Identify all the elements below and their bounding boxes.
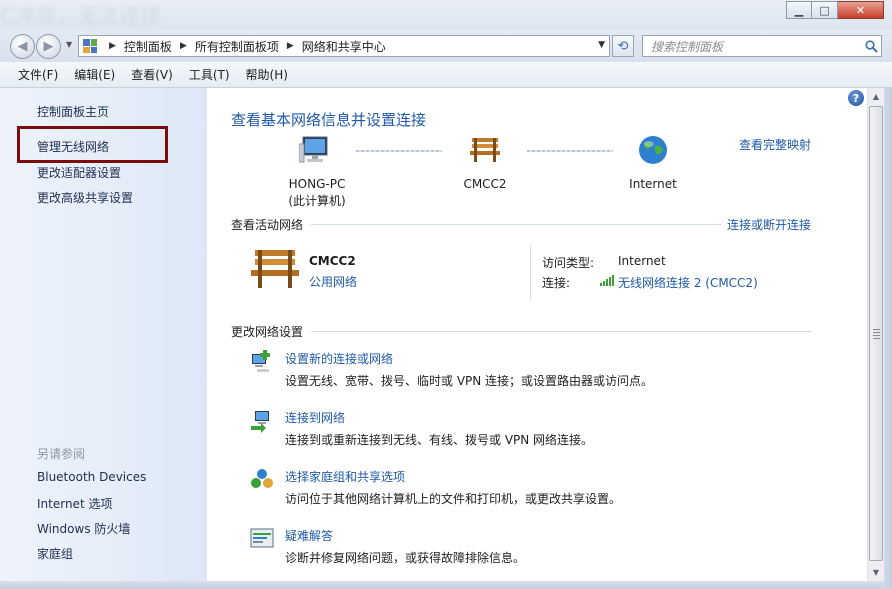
map-node-internet[interactable]: Internet [613,134,693,193]
connect-network-icon[interactable] [249,407,275,433]
search-input[interactable]: 搜索控制面板 [643,38,861,55]
access-type-value: Internet [618,254,666,268]
map-node-label: Internet [629,177,677,191]
forward-button[interactable]: ▶ [36,34,61,59]
window-frame-bottom [0,581,884,589]
see-also-firewall[interactable]: Windows 防火墙 [37,520,130,537]
network-type-link[interactable]: 公用网络 [309,273,357,290]
page-title: 查看基本网络信息并设置连接 [231,111,427,129]
task-new-connection-link[interactable]: 设置新的连接或网络 [285,350,393,367]
highlight-box [17,126,168,163]
recent-pages-dropdown[interactable]: ▼ [66,40,72,49]
full-map-link[interactable]: 查看完整映射 [739,136,811,153]
map-connector [527,150,613,152]
control-panel-icon [83,39,97,53]
bench-icon [251,250,299,288]
menu-bar: 文件(F) 编辑(E) 查看(V) 工具(T) 帮助(H) [0,62,892,88]
task-troubleshoot-link[interactable]: 疑难解答 [285,527,333,544]
signal-icon [600,275,614,286]
section-divider [311,331,811,332]
breadcrumb-separator[interactable]: ▶ [287,41,294,51]
section-divider [311,224,721,225]
breadcrumb-network-center[interactable]: 网络和共享中心 [302,38,386,55]
main-content: ? 查看基本网络信息并设置连接 查看完整映射 HONG-PC (此计算机) CM… [207,88,867,581]
breadcrumb-separator[interactable]: ▶ [109,41,116,51]
back-button[interactable]: ◀ [10,34,35,59]
close-button[interactable]: ✕ [838,1,884,19]
vertical-divider [530,246,531,301]
see-also-bluetooth[interactable]: Bluetooth Devices [37,470,146,484]
window-frame-right [884,88,892,589]
globe-icon [639,136,667,164]
window-controls: ▁ □ ✕ [786,1,884,19]
new-connection-icon[interactable] [249,348,275,374]
window-title: C冲突，无法连接 [0,4,162,28]
see-also-homegroup[interactable]: 家庭组 [37,545,73,562]
vertical-scrollbar[interactable]: ▲ ▼ [867,88,884,581]
search-box[interactable]: 搜索控制面板 [642,35,882,57]
task-homegroup-desc: 访问位于其他网络计算机上的文件和打印机，或更改共享设置。 [285,492,622,506]
menu-tools[interactable]: 工具(T) [181,66,238,83]
map-connector [356,150,442,152]
menu-view[interactable]: 查看(V) [123,66,181,83]
sidebar-link-adapter-settings[interactable]: 更改适配器设置 [37,164,121,181]
connection-link[interactable]: 无线网络连接 2 (CMCC2) [618,274,758,291]
scroll-up-button[interactable]: ▲ [868,88,884,105]
task-troubleshoot-desc: 诊断并修复网络问题，或获得故障排除信息。 [285,551,526,565]
maximize-button[interactable]: □ [812,1,838,19]
help-icon[interactable]: ? [848,90,864,106]
task-connect-network-link[interactable]: 连接到网络 [285,409,345,426]
breadcrumb-all-items[interactable]: 所有控制面板项 [195,38,279,55]
map-node-label: HONG-PC [288,177,346,191]
navigation-bar: ◀ ▶ ▼ ▶ 控制面板 ▶ 所有控制面板项 ▶ 网络和共享中心 ▼ ⟲ 搜索控… [0,30,892,62]
refresh-button[interactable]: ⟲ [612,35,634,57]
sidebar-link-advanced-sharing[interactable]: 更改高级共享设置 [37,189,133,206]
menu-file[interactable]: 文件(F) [10,66,66,83]
bench-icon [470,138,500,162]
map-node-network[interactable]: CMCC2 [445,134,525,193]
connection-label: 连接: [542,276,571,290]
see-also-heading: 另请参阅 [37,447,86,461]
computer-icon [299,136,328,163]
change-settings-heading: 更改网络设置 [231,325,304,339]
address-bar[interactable]: ▶ 控制面板 ▶ 所有控制面板项 ▶ 网络和共享中心 ▼ [78,35,610,57]
scroll-down-button[interactable]: ▼ [868,564,884,581]
active-network-name: CMCC2 [309,254,356,268]
address-dropdown-icon[interactable]: ▼ [598,40,605,50]
map-node-sublabel: (此计算机) [288,194,346,208]
minimize-button[interactable]: ▁ [786,1,812,19]
access-type-label: 访问类型: [542,256,595,270]
map-node-label: CMCC2 [463,177,507,191]
task-homegroup-link[interactable]: 选择家庭组和共享选项 [285,468,405,485]
connect-disconnect-link[interactable]: 连接或断开连接 [727,216,811,233]
task-connect-network-desc: 连接到或重新连接到无线、有线、拨号或 VPN 网络连接。 [285,433,594,447]
search-icon[interactable] [861,36,881,56]
homegroup-icon[interactable] [249,466,275,492]
task-new-connection-desc: 设置无线、宽带、拨号、临时或 VPN 连接；或设置路由器或访问点。 [285,374,654,388]
breadcrumb-separator[interactable]: ▶ [180,41,187,51]
troubleshoot-icon[interactable] [249,525,275,551]
see-also-internet-options[interactable]: Internet 选项 [37,495,112,512]
map-node-computer[interactable]: HONG-PC (此计算机) [277,134,357,210]
menu-help[interactable]: 帮助(H) [238,66,296,83]
title-bar: C冲突，无法连接 ▁ □ ✕ [0,0,892,30]
sidebar-link-control-panel-home[interactable]: 控制面板主页 [37,103,109,120]
breadcrumb-control-panel[interactable]: 控制面板 [124,38,172,55]
scroll-thumb[interactable] [869,106,883,561]
menu-edit[interactable]: 编辑(E) [66,66,123,83]
active-networks-heading: 查看活动网络 [231,218,304,232]
